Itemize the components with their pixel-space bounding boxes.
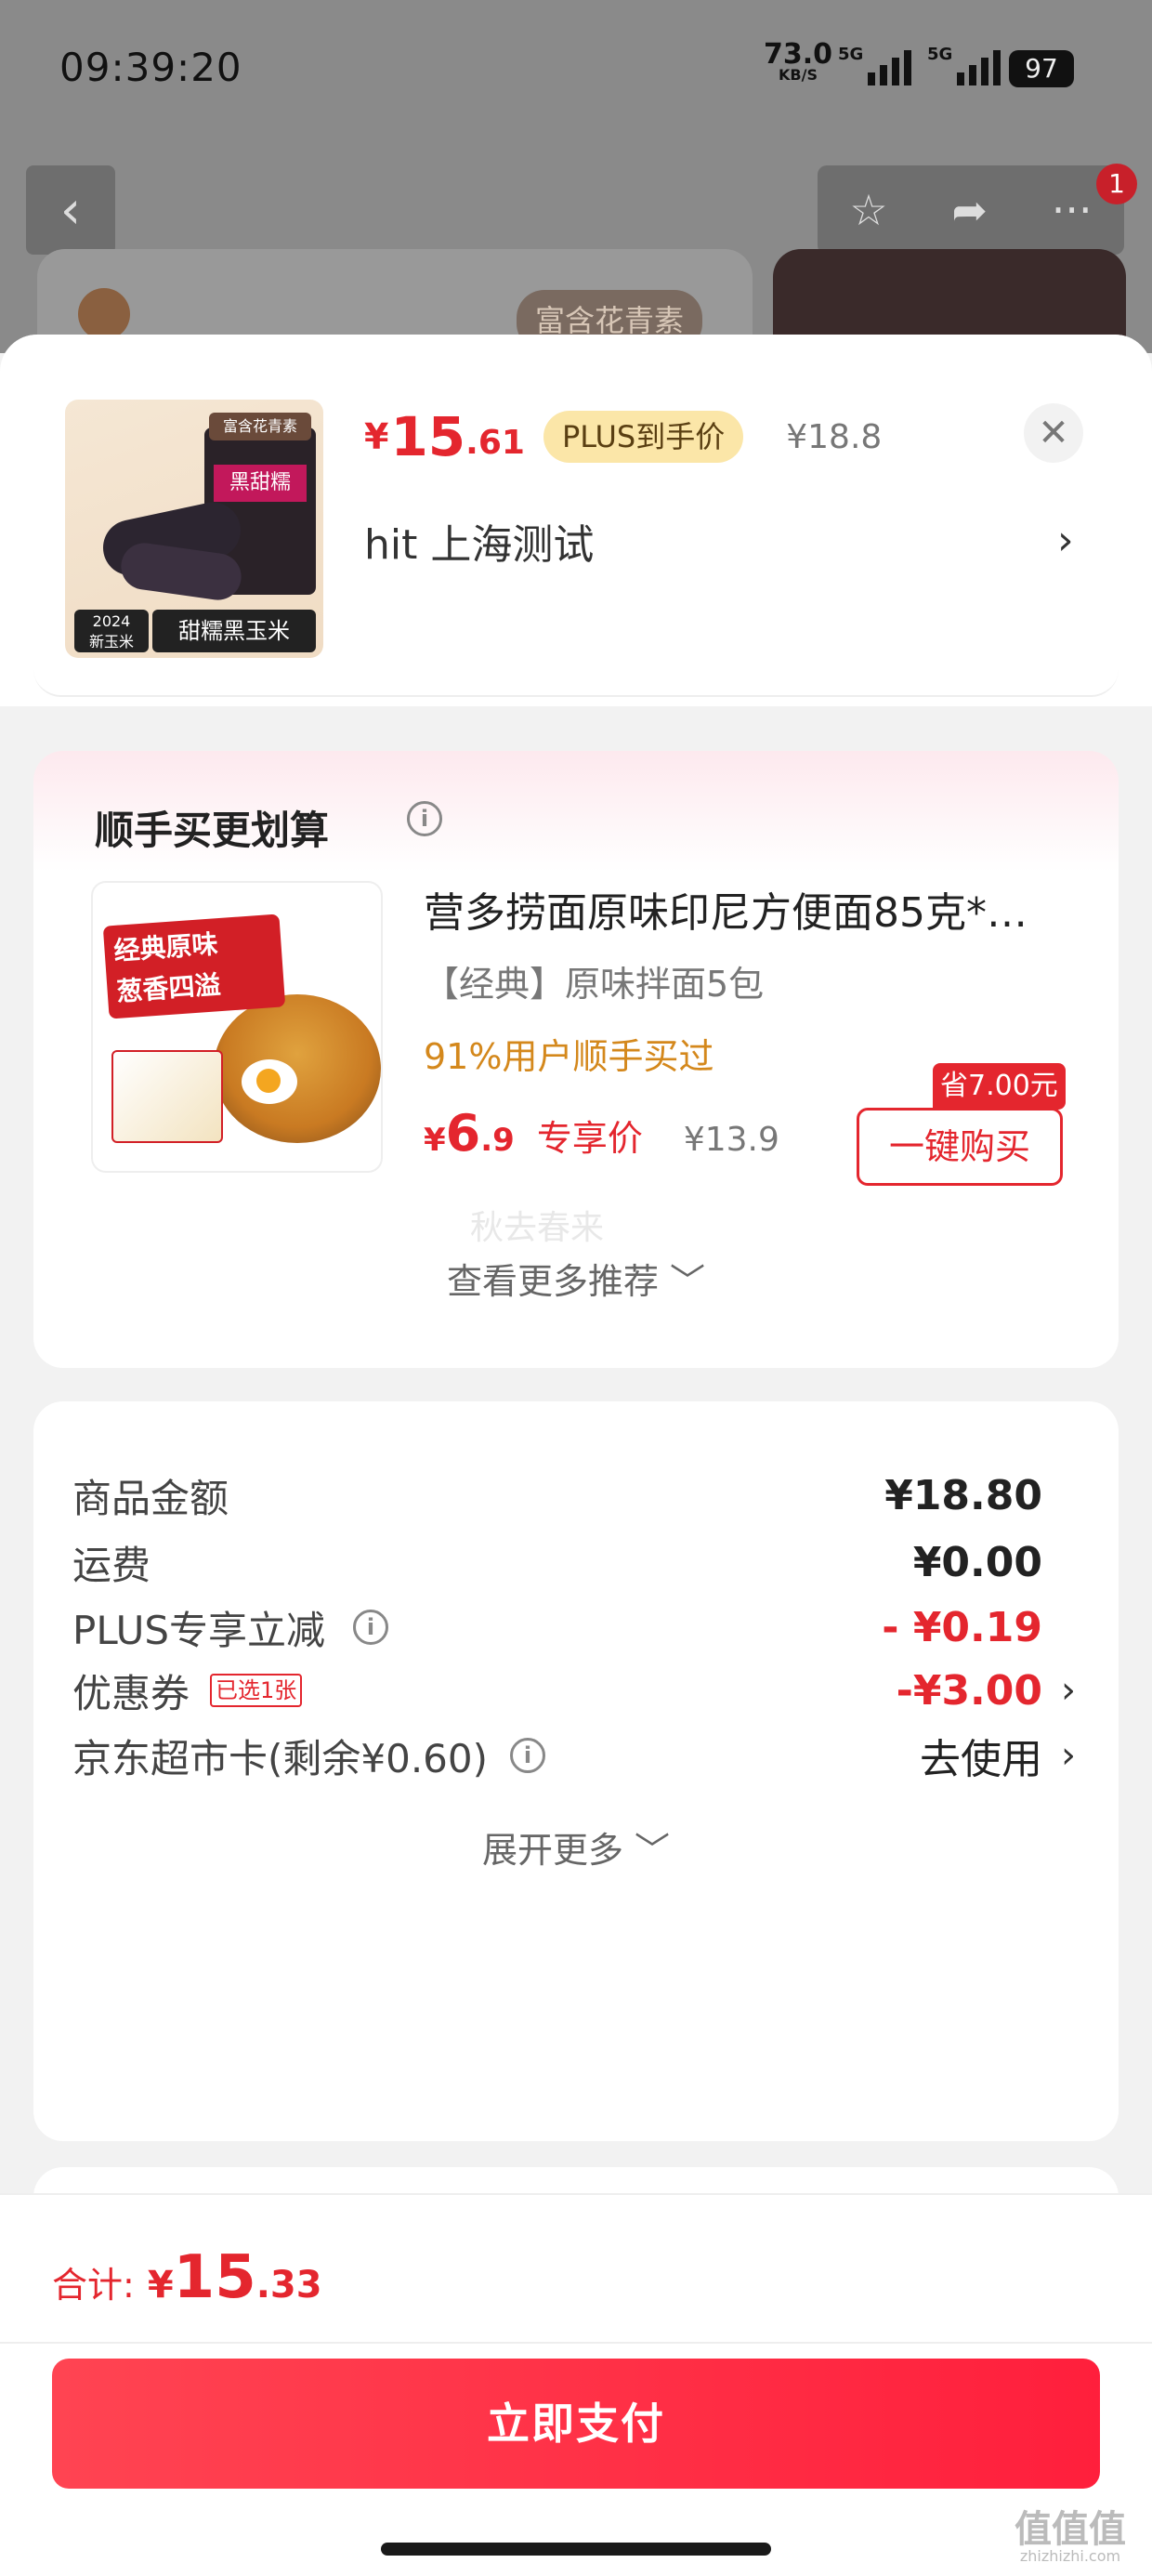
summary-row-supermarket-card[interactable]: 京东超市卡(剩余¥0.60) i 去使用 › — [72, 1723, 1080, 1788]
background-page: 09:39:20 73.0 KB/S 5G 5G 97 ‹ ☆ ➦ ··· 1 … — [0, 0, 1152, 353]
info-icon[interactable]: i — [510, 1738, 546, 1773]
summary-row-goods: 商品金额 ¥18.80 — [72, 1463, 1080, 1528]
price-symbol: ¥ — [424, 1122, 446, 1159]
noodle-box-image — [111, 1050, 223, 1143]
battery-icon: 97 — [1009, 50, 1074, 87]
chevron-right-icon[interactable]: › — [1057, 517, 1074, 564]
thumb-banner: 经典原味 葱香四溢 — [102, 913, 286, 1019]
recommend-item-name[interactable]: 营多捞面原味印尼方便面85克*… — [424, 879, 1093, 939]
original-price: ¥13.9 — [683, 1121, 779, 1159]
product-thumbnail: 富含花青素 黑甜糯 2024 新玉米 甜糯黑玉米 — [65, 400, 323, 658]
network-speed: 73.0 KB/S — [764, 38, 833, 84]
info-icon[interactable]: i — [407, 801, 442, 836]
back-icon: ‹ — [26, 165, 115, 255]
recommend-item-stat: 91%用户顺手买过 — [424, 1036, 714, 1077]
thumb-tag: 富含花青素 — [209, 413, 311, 440]
price-integer: 15 — [390, 405, 466, 468]
home-indicator[interactable] — [381, 2543, 771, 2556]
plus-price-tag: PLUS到手价 — [543, 411, 744, 463]
price-decimal: .9 — [480, 1122, 515, 1159]
thumb-name: 甜糯黑玉米 — [152, 610, 316, 652]
chevron-right-icon: › — [1061, 1734, 1076, 1777]
summary-value: - ¥0.19 — [882, 1603, 1042, 1651]
pay-now-button[interactable]: 立即支付 — [52, 2359, 1100, 2489]
star-icon: ☆ — [849, 185, 888, 235]
status-bar: 09:39:20 73.0 KB/S 5G 5G 97 — [0, 0, 1152, 139]
close-icon: ✕ — [1038, 412, 1069, 454]
header-bottom-strip — [33, 669, 1119, 697]
summary-label: 运费 — [72, 1542, 151, 1588]
summary-label: 商品金额 — [72, 1475, 229, 1521]
site-watermark: 值值值 zhizhizhi.com — [1015, 2508, 1126, 2565]
savings-badge: 省7.00元 — [933, 1063, 1066, 1110]
more-recommend-link[interactable]: 查看更多推荐 ﹀ — [33, 1253, 1119, 1304]
divider — [0, 2342, 1152, 2344]
more-icon: ··· — [1051, 185, 1093, 235]
thumb-year: 2024 新玉米 — [74, 610, 149, 652]
checkout-sheet: 富含花青素 黑甜糯 2024 新玉米 甜糯黑玉米 ¥ 15 .61 PLUS到手… — [0, 335, 1152, 2576]
chevron-right-icon: › — [1061, 1669, 1076, 1712]
sheet-header: 富含花青素 黑甜糯 2024 新玉米 甜糯黑玉米 ¥ 15 .61 PLUS到手… — [0, 335, 1152, 706]
one-click-buy-button[interactable]: 一键购买 — [857, 1108, 1063, 1186]
use-card-link[interactable]: 去使用 — [920, 1726, 1042, 1785]
recommend-title: 顺手买更划算 — [95, 808, 330, 853]
close-button[interactable]: ✕ — [1024, 403, 1083, 463]
price-decimal: .61 — [465, 423, 525, 462]
recommend-item-spec: 【经典】原味拌面5包 — [424, 964, 765, 1005]
yolk-image — [256, 1069, 281, 1093]
summary-label: 优惠券 — [72, 1670, 190, 1716]
address-selector[interactable]: hit 上海测试 — [364, 511, 594, 571]
price-summary-card: 商品金额 ¥18.80 运费 ¥0.00 PLUS专享立减 i - ¥0.19 … — [33, 1401, 1119, 2141]
thumb-brand: 黑甜糯 — [214, 465, 307, 502]
price-symbol: ¥ — [364, 416, 389, 457]
summary-label: 京东超市卡(剩余¥0.60) — [72, 1735, 489, 1781]
summary-row-coupon[interactable]: 优惠券 已选1张 -¥3.00 › — [72, 1658, 1080, 1723]
summary-value: ¥0.00 — [912, 1538, 1042, 1586]
summary-value: -¥3.00 — [896, 1666, 1042, 1715]
price-symbol: ¥ — [147, 2264, 174, 2307]
original-price: ¥18.8 — [786, 417, 883, 456]
signal-icon: 5G — [838, 45, 912, 85]
price-label: 专享价 — [536, 1118, 643, 1159]
expand-more-link[interactable]: 展开更多 ﹀ — [33, 1821, 1119, 1873]
summary-value: ¥18.80 — [884, 1471, 1042, 1519]
total-price: 合计: ¥ 15 .33 — [52, 2243, 322, 2312]
price-decimal: .33 — [255, 2264, 322, 2307]
signal-icon: 5G — [927, 45, 1001, 85]
info-icon[interactable]: i — [353, 1610, 389, 1645]
brand-bear-icon — [78, 288, 130, 340]
status-time: 09:39:20 — [59, 45, 242, 90]
price-integer: 6 — [445, 1104, 481, 1163]
summary-row-plus-discount: PLUS专享立减 i - ¥0.19 — [72, 1595, 1080, 1660]
recommend-item-thumbnail[interactable]: 经典原味 葱香四溢 — [91, 881, 383, 1173]
watermark: 秋去春来 — [470, 1209, 605, 1247]
coupon-count-badge: 已选1张 — [210, 1674, 303, 1707]
summary-row-shipping: 运费 ¥0.00 — [72, 1530, 1080, 1595]
product-price-row: ¥ 15 .61 PLUS到手价 ¥18.8 — [364, 405, 882, 468]
bottom-pay-bar: 合计: ¥ 15 .33 立即支付 值值值 zhizhizhi.com — [0, 2193, 1152, 2576]
total-label: 合计: — [52, 2265, 135, 2306]
recommend-item-price: ¥ 6 .9 专享价 ¥13.9 — [424, 1104, 779, 1163]
noodle-image — [214, 994, 381, 1143]
summary-label: PLUS专享立减 — [72, 1607, 326, 1653]
recommend-card: 顺手买更划算 i 经典原味 葱香四溢 营多捞面原味印尼方便面85克*… 【经典】… — [33, 751, 1119, 1368]
price-integer: 15 — [173, 2243, 256, 2312]
notification-badge: 1 — [1096, 164, 1137, 204]
share-icon: ➦ — [951, 185, 988, 235]
background-action-bar: ☆ ➦ ··· — [818, 165, 1124, 255]
